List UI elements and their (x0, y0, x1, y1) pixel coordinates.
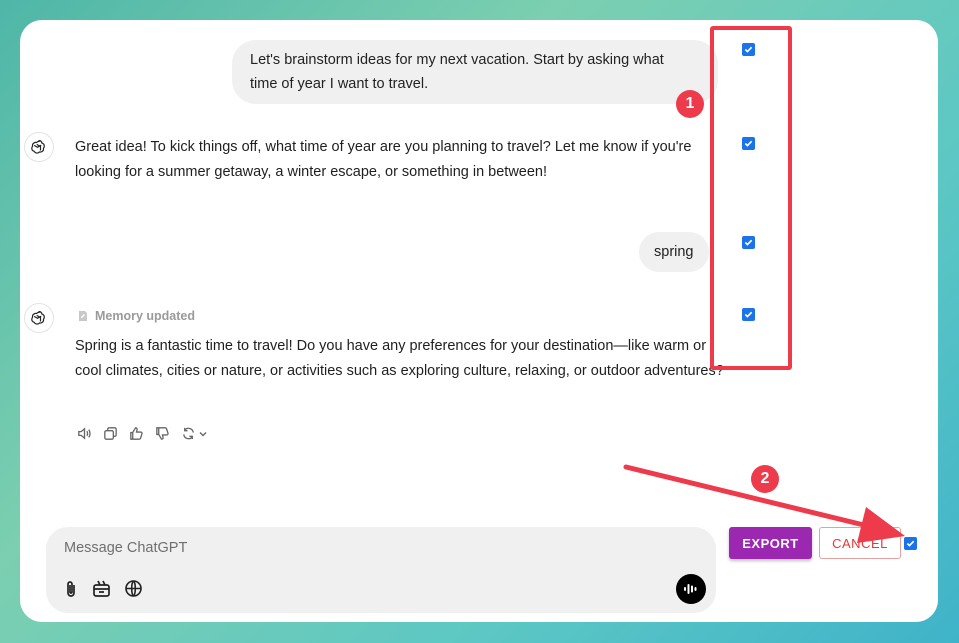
user-message-1: Let's brainstorm ideas for my next vacat… (232, 40, 718, 104)
checkmark-icon (744, 140, 753, 147)
chat-window: Let's brainstorm ideas for my next vacat… (20, 20, 938, 622)
regenerate-button[interactable] (180, 425, 208, 442)
export-button[interactable]: EXPORT (729, 527, 812, 559)
select-all-checkbox[interactable] (904, 537, 917, 550)
read-aloud-icon[interactable] (76, 425, 93, 442)
checkmark-icon (744, 311, 753, 318)
openai-logo-icon (31, 311, 45, 325)
memory-icon (79, 311, 87, 321)
message-checkbox-3[interactable] (742, 236, 755, 249)
assistant-message-1: Great idea! To kick things off, what tim… (75, 139, 692, 180)
checkmark-icon (906, 540, 915, 547)
thumbs-up-icon[interactable] (128, 425, 145, 442)
regenerate-icon (183, 427, 194, 440)
globe-icon[interactable] (124, 579, 143, 598)
message-input[interactable] (62, 539, 626, 557)
user-message-2: spring (639, 232, 709, 272)
message-checkbox-2[interactable] (742, 137, 755, 150)
assistant-avatar (24, 132, 54, 162)
thumbs-down-icon[interactable] (154, 425, 171, 442)
assistant-message-2: Spring is a fantastic time to travel! Do… (75, 338, 724, 379)
message-checkbox-4[interactable] (742, 308, 755, 321)
checkmark-icon (744, 239, 753, 246)
paperclip-icon[interactable] (62, 579, 80, 599)
assistant-avatar (24, 303, 54, 333)
voice-mode-icon (684, 584, 697, 594)
memory-updated-label: Memory updated (95, 309, 196, 323)
openai-logo-icon (31, 140, 45, 154)
copy-icon[interactable] (102, 425, 119, 442)
checkmark-icon (744, 46, 753, 53)
annotation-badge-1: 1 (676, 90, 704, 118)
cancel-button[interactable]: CANCEL (819, 527, 901, 559)
voice-mode-button[interactable] (676, 574, 706, 604)
annotation-badge-2: 2 (751, 465, 779, 493)
tools-icon[interactable] (92, 579, 111, 598)
chevron-down-icon (199, 431, 207, 436)
message-actions (76, 425, 208, 442)
message-checkbox-1[interactable] (742, 43, 755, 56)
message-composer (46, 527, 716, 613)
memory-updated-indicator[interactable]: Memory updated (77, 309, 195, 323)
